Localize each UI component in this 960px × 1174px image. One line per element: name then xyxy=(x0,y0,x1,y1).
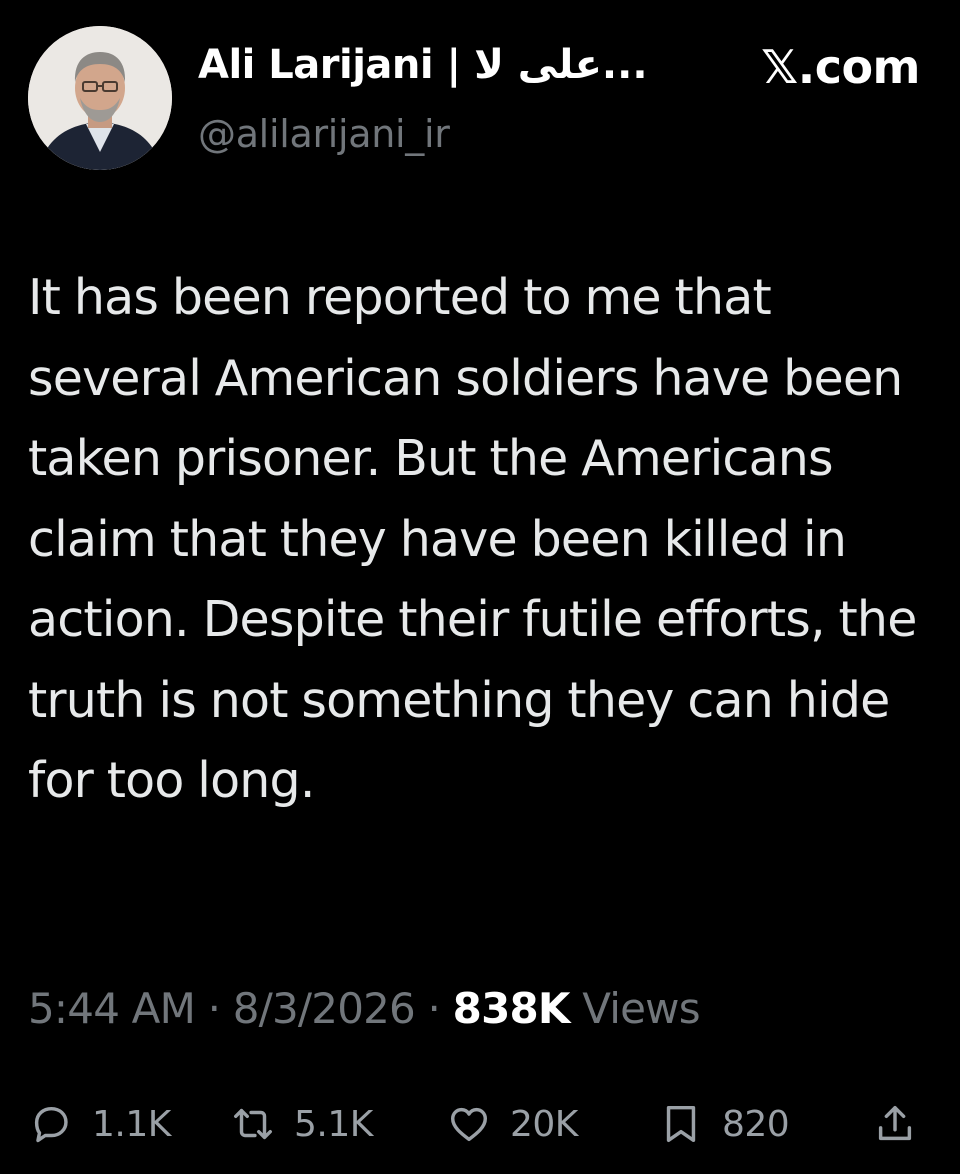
tweet-header: Ali Larijani | على لا... @alilarijani_ir… xyxy=(28,26,920,176)
like-icon xyxy=(450,1107,488,1142)
bookmark-icon xyxy=(666,1105,696,1143)
author-handle[interactable]: @alilarijani_ir xyxy=(198,112,450,156)
avatar[interactable] xyxy=(28,26,172,170)
tweet-date[interactable]: 8/3/2026 xyxy=(233,984,416,1033)
views-count: 838K xyxy=(452,984,571,1033)
reply-icon xyxy=(34,1106,68,1143)
like-button[interactable]: 20K xyxy=(446,1094,578,1154)
bookmark-button[interactable]: 820 xyxy=(658,1094,790,1154)
repost-icon xyxy=(234,1108,272,1140)
meta-separator: · xyxy=(427,984,441,1033)
x-logo: 𝕏.com xyxy=(761,40,920,94)
author-display-name[interactable]: Ali Larijani | على لا... xyxy=(198,42,648,88)
author-name-row: Ali Larijani | على لا... xyxy=(198,42,648,88)
tweet-text: It has been reported to me that several … xyxy=(28,269,917,809)
bookmark-count: 820 xyxy=(722,1103,790,1145)
share-button[interactable] xyxy=(872,1094,918,1154)
reply-button[interactable]: 1.1K xyxy=(28,1094,171,1154)
repost-count: 5.1K xyxy=(294,1103,373,1145)
reply-count: 1.1K xyxy=(92,1103,171,1145)
action-bar: 1.1K 5.1K 20K 820 xyxy=(28,1094,928,1154)
like-count: 20K xyxy=(510,1103,578,1145)
meta-separator: · xyxy=(207,984,221,1033)
views-label: Views xyxy=(582,984,700,1033)
tweet-time[interactable]: 5:44 AM xyxy=(28,984,196,1033)
avatar-image xyxy=(28,26,172,170)
share-icon xyxy=(878,1105,912,1141)
repost-button[interactable]: 5.1K xyxy=(230,1094,373,1154)
tweet-meta: 5:44 AM · 8/3/2026 · 838K Views xyxy=(28,984,701,1033)
